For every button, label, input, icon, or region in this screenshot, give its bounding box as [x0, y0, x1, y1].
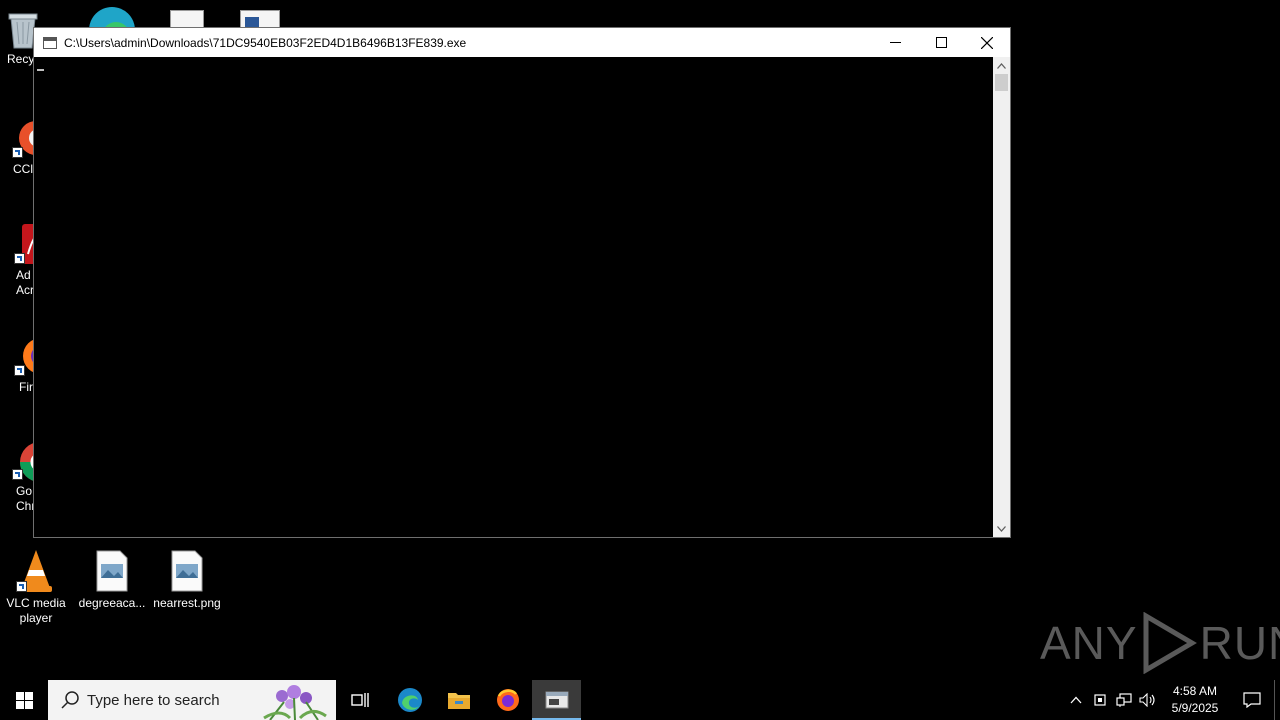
clock-time: 4:58 AM	[1172, 684, 1218, 698]
caption-buttons	[872, 28, 1010, 57]
speaker-icon	[1139, 693, 1155, 707]
chevron-up-icon	[1070, 696, 1082, 704]
show-desktop-button[interactable]	[1274, 680, 1280, 720]
close-icon	[981, 36, 993, 49]
scroll-up-button[interactable]	[993, 57, 1010, 74]
device-icon	[1094, 694, 1106, 706]
taskbar-firefox-button[interactable]	[483, 680, 532, 720]
search-highlight-flower-icon	[263, 685, 327, 720]
console-window[interactable]: C:\Users\admin\Downloads\71DC9540EB03F2E…	[33, 27, 1011, 538]
firefox-icon	[496, 689, 519, 711]
vertical-scrollbar[interactable]	[993, 57, 1010, 537]
minimize-button[interactable]	[872, 28, 918, 57]
edge-desktop-icon[interactable]	[88, 6, 136, 28]
anyrun-watermark: ANY RUN	[1040, 612, 1280, 674]
windows-logo-icon	[15, 691, 33, 709]
shortcut-arrow-icon	[14, 253, 25, 264]
taskbar-clock[interactable]: 4:58 AM 5/9/2025	[1160, 683, 1230, 717]
shortcut-arrow-icon	[16, 581, 27, 592]
chevron-down-icon	[997, 525, 1006, 532]
document-desktop-icon[interactable]	[170, 10, 204, 28]
desktop-icon-nearrest[interactable]: nearrest.png	[149, 550, 225, 611]
show-hidden-icons-button[interactable]	[1064, 680, 1088, 720]
chevron-up-icon	[997, 62, 1006, 69]
minimize-icon	[889, 42, 901, 43]
scrollbar-thumb[interactable]	[995, 74, 1008, 91]
clock-date: 5/9/2025	[1171, 701, 1219, 715]
title-bar[interactable]: C:\Users\admin\Downloads\71DC9540EB03F2E…	[34, 28, 1010, 57]
tray-volume-button[interactable]	[1136, 680, 1160, 720]
console-app-icon	[43, 36, 57, 49]
action-center-button[interactable]	[1230, 680, 1274, 720]
edge-icon	[397, 688, 422, 712]
watermark-text-right: RUN	[1199, 617, 1280, 669]
scroll-down-button[interactable]	[993, 520, 1010, 537]
desktop-icon-degreeaca[interactable]: degreeaca...	[74, 550, 150, 611]
taskbar-edge-button[interactable]	[385, 680, 434, 720]
vlc-cone-icon	[16, 548, 56, 592]
network-icon	[1116, 693, 1132, 707]
image-file-icon	[171, 550, 203, 592]
maximize-icon	[935, 37, 947, 48]
image-file-icon	[96, 550, 128, 592]
system-tray: 4:58 AM 5/9/2025	[1064, 680, 1280, 720]
folder-icon	[447, 693, 470, 709]
desktop-icon-label: VLC media player	[6, 596, 66, 625]
desktop-icon-label: nearrest.png	[153, 596, 221, 610]
shortcut-arrow-icon	[12, 147, 23, 158]
watermark-text-left: ANY	[1040, 617, 1138, 669]
desktop-icon-vlc[interactable]: VLC media player	[0, 548, 74, 626]
tray-network-button[interactable]	[1112, 680, 1136, 720]
tray-meet-now-button[interactable]	[1088, 680, 1112, 720]
taskbar: Type here to search 4:58 AM 5/9/2025	[0, 680, 1280, 720]
shortcut-arrow-icon	[12, 469, 23, 480]
text-cursor	[37, 69, 44, 71]
notification-icon	[1243, 692, 1261, 708]
taskbar-file-explorer-button[interactable]	[434, 680, 483, 720]
word-document-desktop-icon[interactable]	[240, 10, 280, 28]
desktop-icon-label: degreeaca...	[78, 596, 146, 610]
window-title: C:\Users\admin\Downloads\71DC9540EB03F2E…	[64, 35, 467, 50]
task-view-button[interactable]	[336, 680, 385, 720]
maximize-button[interactable]	[918, 28, 964, 57]
console-output-area[interactable]	[34, 57, 994, 537]
console-window-icon	[545, 691, 568, 709]
close-button[interactable]	[964, 28, 1010, 57]
search-placeholder: Type here to search	[87, 691, 220, 709]
start-button[interactable]	[0, 680, 48, 720]
play-triangle-icon	[1143, 612, 1197, 674]
shortcut-arrow-icon	[14, 365, 25, 376]
taskbar-search-box[interactable]: Type here to search	[48, 680, 336, 720]
search-icon	[61, 691, 79, 709]
taskbar-console-button[interactable]	[532, 680, 581, 720]
task-view-icon	[350, 693, 369, 707]
